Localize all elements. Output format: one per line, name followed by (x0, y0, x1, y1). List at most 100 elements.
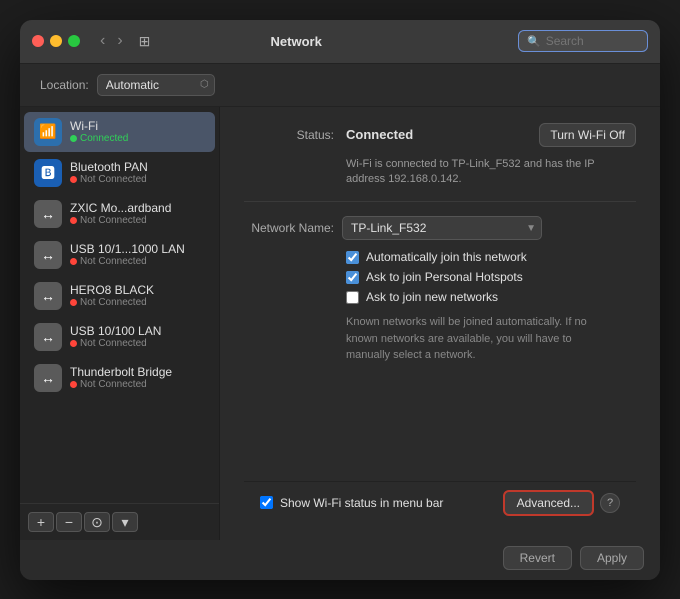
network-name-select[interactable]: TP-Link_F532 (342, 216, 542, 240)
help-button[interactable]: ? (600, 493, 620, 513)
traffic-lights (32, 35, 80, 47)
search-box[interactable]: 🔍 (518, 30, 648, 52)
sidebar-item-usb-100[interactable]: ↔ USB 10/100 LAN Not Connected (24, 317, 215, 357)
location-bar: Location: Automatic Edit Locations... ⬡ (20, 64, 660, 107)
auto-join-checkbox[interactable] (346, 251, 359, 264)
apply-button[interactable]: Apply (580, 546, 644, 570)
sidebar-text-wifi: Wi-Fi Connected (70, 119, 128, 144)
sidebar-status-text-bt: Not Connected (80, 174, 147, 185)
sidebar-item-hero8[interactable]: ↔ HERO8 BLACK Not Connected (24, 276, 215, 316)
status-dot-usb100 (70, 340, 77, 347)
sidebar-item-zxic[interactable]: ↔ ZXIC Mo...ardband Not Connected (24, 194, 215, 234)
close-button[interactable] (32, 35, 44, 47)
sidebar-text-thunderbolt: Thunderbolt Bridge Not Connected (70, 365, 172, 390)
sidebar-status-thunderbolt: Not Connected (70, 379, 172, 390)
sidebar: 📶 Wi-Fi Connected 🅱 Bluetooth PAN (20, 107, 220, 540)
thunderbolt-icon: ↔ (34, 364, 62, 392)
status-row: Status: Connected Turn Wi-Fi Off (244, 123, 636, 147)
sidebar-status-text-usb100: Not Connected (80, 338, 147, 349)
ask-new-checkbox[interactable] (346, 291, 359, 304)
sidebar-item-bluetooth-pan[interactable]: 🅱 Bluetooth PAN Not Connected (24, 153, 215, 193)
sidebar-text-usb100: USB 10/100 LAN Not Connected (70, 324, 161, 349)
status-value: Connected (346, 127, 527, 142)
show-wifi-row: Show Wi-Fi status in menu bar (260, 496, 503, 510)
advanced-button[interactable]: Advanced... (503, 490, 594, 516)
minimize-button[interactable] (50, 35, 62, 47)
ask-new-label: Ask to join new networks (366, 290, 498, 304)
wifi-icon: 📶 (34, 118, 62, 146)
network-select-wrapper: TP-Link_F532 ▼ (342, 216, 542, 240)
sidebar-status-bt: Not Connected (70, 174, 148, 185)
usb100-icon: ↔ (34, 323, 62, 351)
auto-join-label: Automatically join this network (366, 250, 527, 264)
hero8-icon: ↔ (34, 282, 62, 310)
search-icon: 🔍 (527, 35, 541, 48)
dropdown-network-button[interactable]: ▾ (112, 512, 138, 532)
titlebar: ‹ › ⊞ Network 🔍 (20, 20, 660, 64)
status-dot-zxic (70, 217, 77, 224)
known-networks-note: Known networks will be joined automatica… (346, 314, 616, 364)
sidebar-item-thunderbolt[interactable]: ↔ Thunderbolt Bridge Not Connected (24, 358, 215, 398)
sidebar-status-usb100: Not Connected (70, 338, 161, 349)
bluetooth-icon: 🅱 (34, 159, 62, 187)
checkbox-row-auto-join: Automatically join this network (346, 250, 636, 264)
sidebar-status-text-zxic: Not Connected (80, 215, 147, 226)
checkbox-row-ask-hotspots: Ask to join Personal Hotspots (346, 270, 636, 284)
network-name-label: Network Name: (244, 221, 334, 235)
sidebar-name-hero8: HERO8 BLACK (70, 283, 154, 297)
sidebar-status-wifi: Connected (70, 133, 128, 144)
sidebar-status-text-usb1000: Not Connected (80, 256, 147, 267)
sidebar-status-text-thunderbolt: Not Connected (80, 379, 147, 390)
search-input[interactable] (546, 34, 639, 48)
settings-network-button[interactable]: ⊙ (84, 512, 110, 532)
remove-network-button[interactable]: − (56, 512, 82, 532)
ask-hotspots-checkbox[interactable] (346, 271, 359, 284)
main-window: ‹ › ⊞ Network 🔍 Location: Automatic Edit… (20, 20, 660, 580)
sidebar-name-bt: Bluetooth PAN (70, 160, 148, 174)
sidebar-name-wifi: Wi-Fi (70, 119, 128, 133)
sidebar-name-usb1000: USB 10/1...1000 LAN (70, 242, 185, 256)
location-label: Location: (40, 78, 89, 92)
show-wifi-checkbox[interactable] (260, 496, 273, 509)
sidebar-item-wifi[interactable]: 📶 Wi-Fi Connected (24, 112, 215, 152)
location-select-wrapper: Automatic Edit Locations... ⬡ (97, 74, 215, 96)
sidebar-name-usb100: USB 10/100 LAN (70, 324, 161, 338)
location-select[interactable]: Automatic Edit Locations... (97, 74, 215, 96)
status-label: Status: (244, 128, 334, 142)
status-dot-usb1000 (70, 258, 77, 265)
maximize-button[interactable] (68, 35, 80, 47)
action-bar: Revert Apply (20, 540, 660, 580)
window-title: Network (82, 34, 510, 49)
add-network-button[interactable]: + (28, 512, 54, 532)
bottom-bar: Show Wi-Fi status in menu bar Advanced..… (244, 481, 636, 524)
bottom-right: Advanced... ? (503, 490, 620, 516)
sidebar-text-bt: Bluetooth PAN Not Connected (70, 160, 148, 185)
sidebar-status-hero8: Not Connected (70, 297, 154, 308)
sidebar-status-text-wifi: Connected (80, 133, 128, 144)
turn-wifi-off-button[interactable]: Turn Wi-Fi Off (539, 123, 636, 147)
sidebar-name-zxic: ZXIC Mo...ardband (70, 201, 171, 215)
sidebar-status-text-hero8: Not Connected (80, 297, 147, 308)
network-name-row: Network Name: TP-Link_F532 ▼ (244, 216, 636, 240)
sidebar-text-usb1000: USB 10/1...1000 LAN Not Connected (70, 242, 185, 267)
divider-1 (244, 201, 636, 202)
revert-button[interactable]: Revert (503, 546, 572, 570)
status-dot-bt (70, 176, 77, 183)
status-dot-thunderbolt (70, 381, 77, 388)
checkboxes-area: Automatically join this network Ask to j… (346, 250, 636, 304)
checkbox-row-ask-new: Ask to join new networks (346, 290, 636, 304)
ask-hotspots-label: Ask to join Personal Hotspots (366, 270, 523, 284)
detail-panel: Status: Connected Turn Wi-Fi Off Wi-Fi i… (220, 107, 660, 540)
status-dot-hero8 (70, 299, 77, 306)
sidebar-item-usb-1000[interactable]: ↔ USB 10/1...1000 LAN Not Connected (24, 235, 215, 275)
zxic-icon: ↔ (34, 200, 62, 228)
sidebar-bottom: + − ⊙ ▾ (20, 503, 219, 540)
status-dot-wifi (70, 135, 77, 142)
sidebar-items: 📶 Wi-Fi Connected 🅱 Bluetooth PAN (20, 107, 219, 503)
sidebar-status-usb1000: Not Connected (70, 256, 185, 267)
sidebar-status-zxic: Not Connected (70, 215, 171, 226)
show-wifi-label: Show Wi-Fi status in menu bar (280, 496, 443, 510)
sidebar-name-thunderbolt: Thunderbolt Bridge (70, 365, 172, 379)
connection-info: Wi-Fi is connected to TP-Link_F532 and h… (346, 157, 636, 188)
usb1000-icon: ↔ (34, 241, 62, 269)
